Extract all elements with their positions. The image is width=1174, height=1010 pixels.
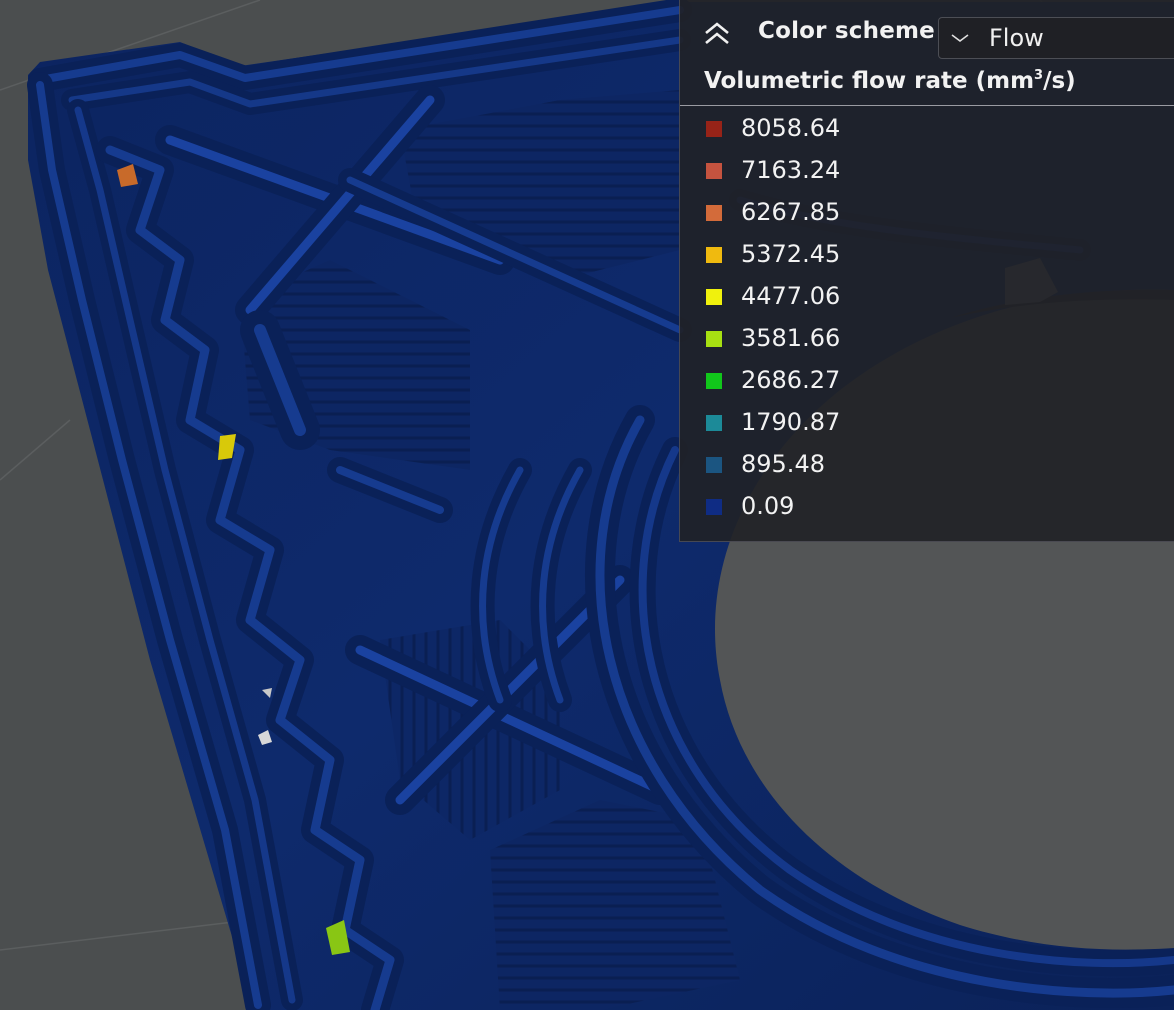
legend-title-end: /s) [1043, 68, 1076, 94]
legend-title: Volumetric flow rate (mm3/s) [704, 68, 1076, 94]
legend-swatch [706, 121, 722, 137]
chevron-down-icon [951, 34, 969, 42]
legend-swatch [706, 331, 722, 347]
legend-divider [680, 105, 1174, 106]
legend-panel: Color scheme Flow Volumetric flow rate (… [679, 0, 1174, 542]
3d-viewport[interactable]: Color scheme Flow Volumetric flow rate (… [0, 0, 1174, 1010]
legend-title-superscript: 3 [1034, 68, 1044, 83]
color-scheme-value: Flow [989, 24, 1044, 52]
legend-label: 1790.87 [741, 408, 841, 436]
legend-label: 7163.24 [741, 156, 841, 184]
legend-label: 8058.64 [741, 114, 841, 142]
legend-label: 0.09 [741, 492, 795, 520]
color-scheme-select[interactable]: Flow [938, 17, 1174, 59]
legend-label: 4477.06 [741, 282, 841, 310]
legend-label: 895.48 [741, 450, 825, 478]
legend-swatch [706, 205, 722, 221]
legend-swatch [706, 415, 722, 431]
legend-label: 6267.85 [741, 198, 841, 226]
legend-swatch [706, 163, 722, 179]
legend-swatch [706, 457, 722, 473]
color-scheme-title: Color scheme [758, 18, 935, 44]
legend-title-main: Volumetric flow rate (mm [704, 68, 1035, 94]
double-chevron-up-icon[interactable] [702, 20, 732, 48]
legend-panel-header: Color scheme Flow [680, 0, 1174, 66]
legend-label: 5372.45 [741, 240, 841, 268]
legend-swatch [706, 247, 722, 263]
legend-label: 3581.66 [741, 324, 841, 352]
legend-label: 2686.27 [741, 366, 841, 394]
legend-swatch [706, 373, 722, 389]
legend-swatch [706, 499, 722, 515]
legend-swatch [706, 289, 722, 305]
